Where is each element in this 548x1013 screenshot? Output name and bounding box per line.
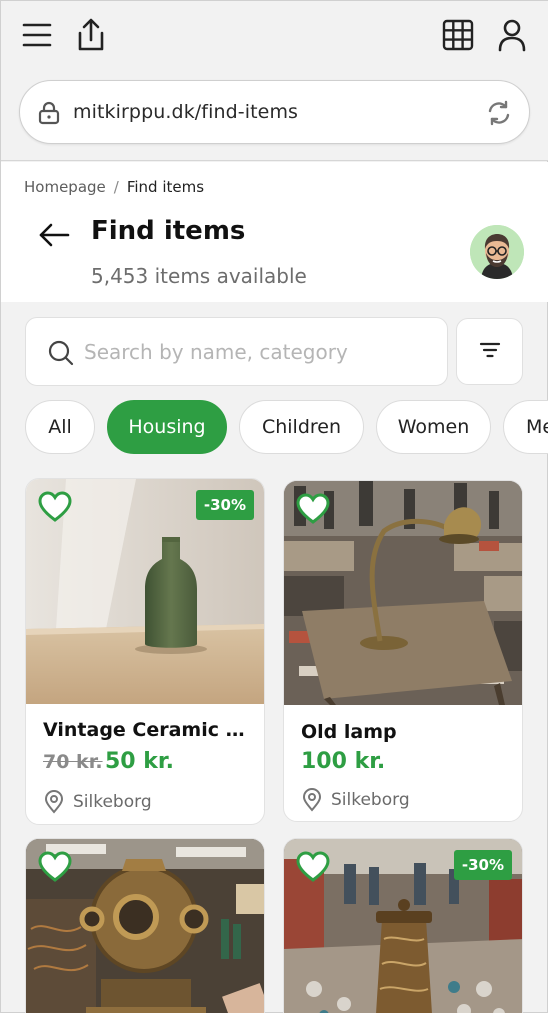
- page-header: Homepage / Find items Find items 5,453 i…: [1, 162, 548, 302]
- breadcrumb-separator: /: [113, 178, 119, 196]
- category-chips: All Housing Children Women Me: [25, 400, 548, 455]
- product-name: Old lamp: [301, 721, 397, 743]
- avatar[interactable]: [470, 225, 524, 279]
- chip-children[interactable]: Children: [239, 400, 364, 454]
- breadcrumb-current: Find items: [126, 178, 205, 196]
- product-card[interactable]: -30%: [283, 838, 523, 1013]
- filter-button[interactable]: [456, 318, 523, 385]
- heart-icon[interactable]: [296, 851, 330, 883]
- filter-icon: [479, 342, 501, 362]
- heart-icon[interactable]: [296, 493, 330, 525]
- search-input[interactable]: [84, 332, 434, 372]
- old-price: 70 kr.: [43, 751, 103, 773]
- reload-icon[interactable]: [486, 100, 512, 126]
- discount-badge: -30%: [195, 490, 254, 520]
- product-location: Silkeborg: [331, 790, 410, 810]
- share-icon[interactable]: [71, 15, 111, 55]
- hamburger-menu-icon[interactable]: [17, 15, 57, 55]
- product-card[interactable]: -30% Vintage Ceramic V... 70 kr. 50 kr. …: [25, 478, 265, 825]
- heart-icon[interactable]: [38, 851, 72, 883]
- search-box[interactable]: [25, 317, 448, 386]
- browser-toolbar: mitkirppu.dk/find-items: [1, 1, 548, 161]
- search-icon: [48, 340, 74, 366]
- product-name: Vintage Ceramic V...: [43, 719, 253, 741]
- product-card[interactable]: Old lamp 100 kr. Silkeborg: [283, 480, 523, 822]
- page-title: Find items: [91, 216, 246, 246]
- items-count: 5,453 items available: [91, 264, 307, 288]
- location-pin-icon: [43, 790, 65, 814]
- user-icon[interactable]: [492, 15, 532, 55]
- discount-badge: -30%: [453, 850, 512, 880]
- heart-icon[interactable]: [38, 491, 72, 523]
- location-pin-icon: [301, 788, 323, 812]
- chip-housing[interactable]: Housing: [107, 400, 227, 454]
- address-bar[interactable]: mitkirppu.dk/find-items: [19, 80, 530, 144]
- product-location: Silkeborg: [73, 792, 152, 812]
- url-text[interactable]: mitkirppu.dk/find-items: [73, 101, 298, 123]
- breadcrumb: Homepage / Find items: [24, 178, 204, 196]
- product-price: 50 kr.: [105, 749, 174, 774]
- lock-icon: [38, 101, 60, 125]
- grid-icon[interactable]: [438, 15, 478, 55]
- chip-women[interactable]: Women: [376, 400, 491, 454]
- chip-men[interactable]: Me: [503, 400, 548, 454]
- chip-all[interactable]: All: [25, 400, 95, 454]
- product-card[interactable]: [25, 838, 265, 1013]
- arrow-left-icon[interactable]: [37, 218, 71, 252]
- product-price: 100 kr.: [301, 749, 386, 774]
- breadcrumb-home-link[interactable]: Homepage: [24, 178, 106, 196]
